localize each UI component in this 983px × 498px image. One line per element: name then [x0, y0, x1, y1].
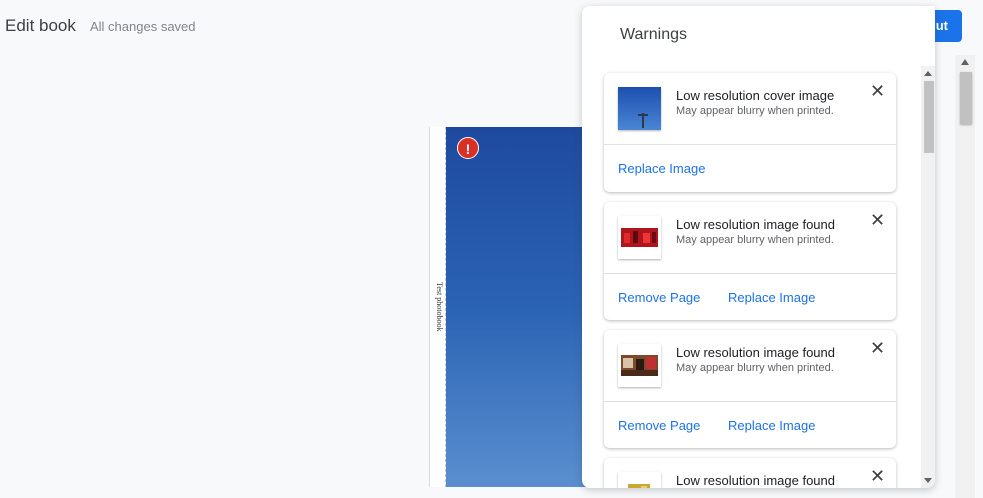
warning-thumbnail [618, 472, 661, 488]
warning-subtitle: May appear blurry when printed. [676, 362, 834, 374]
warning-thumbnail [618, 344, 661, 387]
save-status: All changes saved [90, 19, 196, 34]
remove-page-link[interactable]: Remove Page [618, 418, 700, 433]
warning-alert-icon[interactable]: ! [457, 137, 479, 159]
card-divider [604, 144, 896, 145]
close-icon[interactable]: ✕ [870, 211, 885, 229]
warning-subtitle: May appear blurry when printed. [676, 234, 834, 246]
close-icon[interactable]: ✕ [870, 467, 885, 485]
warning-card: Low resolution image found May appear bl… [604, 330, 896, 448]
yellow-scene-image [618, 472, 661, 488]
scroll-down-arrow-icon[interactable] [924, 478, 932, 483]
card-divider [604, 401, 896, 402]
main-scrollbar[interactable] [955, 55, 975, 498]
warning-card: Low resolution cover image May appear bl… [604, 73, 896, 192]
warning-title: Low resolution cover image [676, 88, 835, 103]
scrollbar-thumb[interactable] [960, 72, 972, 124]
warning-card: Low resolution image found ✕ [604, 458, 896, 488]
warning-thumbnail [618, 87, 661, 130]
red-crowd-image [618, 216, 661, 259]
remove-page-link[interactable]: Remove Page [618, 290, 700, 305]
warning-card: Low resolution image found May appear bl… [604, 202, 896, 320]
spine-title: Test photobook [435, 282, 444, 332]
scroll-up-arrow-icon[interactable] [924, 71, 932, 76]
warning-title: Low resolution image found [676, 345, 835, 360]
replace-image-link[interactable]: Replace Image [618, 161, 705, 176]
scroll-up-arrow-icon[interactable] [961, 59, 969, 65]
replace-image-link[interactable]: Replace Image [728, 418, 815, 433]
scrollbar-thumb[interactable] [924, 81, 934, 153]
close-icon[interactable]: ✕ [870, 339, 885, 357]
indoor-scene-image [618, 344, 661, 387]
card-divider [604, 273, 896, 274]
warnings-panel: Warnings Low resolution cover image May … [582, 6, 935, 488]
warning-title: Low resolution image found [676, 473, 835, 488]
warning-title: Low resolution image found [676, 217, 835, 232]
warning-thumbnail [618, 216, 661, 259]
book-preview: Test photobook [429, 127, 589, 487]
replace-image-link[interactable]: Replace Image [728, 290, 815, 305]
book-cover[interactable] [446, 127, 589, 487]
close-icon[interactable]: ✕ [870, 82, 885, 100]
page-title: Edit book [5, 16, 76, 35]
blue-sky-image [618, 87, 661, 130]
panel-scrollbar[interactable] [921, 66, 935, 488]
book-spine: Test photobook [429, 127, 446, 487]
warnings-title: Warnings [620, 26, 687, 43]
warning-subtitle: May appear blurry when printed. [676, 105, 834, 117]
